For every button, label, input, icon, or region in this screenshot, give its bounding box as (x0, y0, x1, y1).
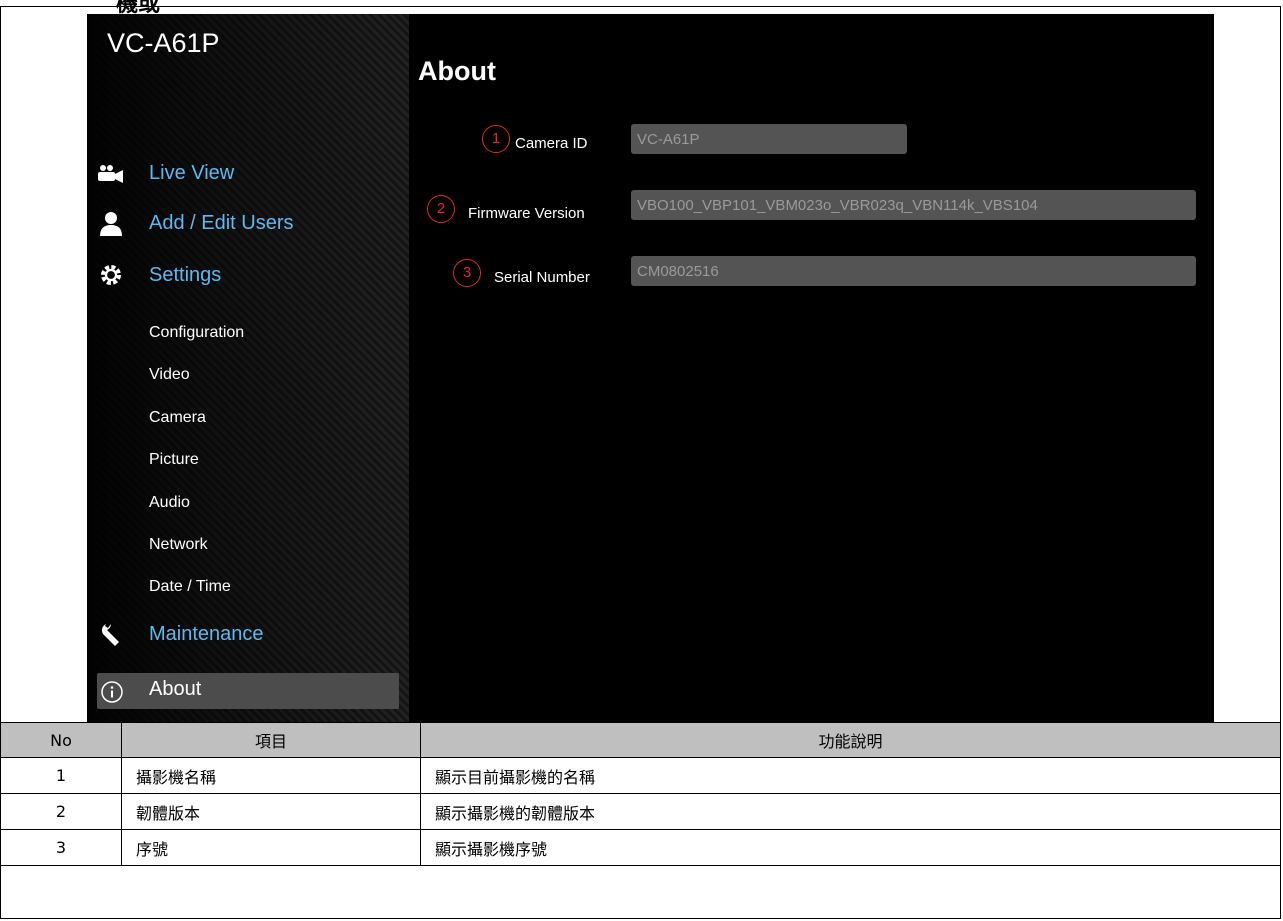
camera-id-label: Camera ID (515, 135, 588, 152)
camera-users-icon (98, 165, 123, 183)
table-row: 2 韌體版本 顯示攝影機的韌體版本 (0, 793, 1281, 830)
table-cell-no: 1 (0, 757, 122, 794)
sidebar-item-label: About (149, 678, 202, 700)
sidebar-subitem-picture[interactable]: Picture (149, 451, 199, 469)
table-header-row: No 項目 功能說明 (0, 722, 1281, 758)
sidebar-subitem-network[interactable]: Network (149, 536, 208, 554)
sidebar-item-label: Live View (149, 161, 235, 184)
description-table: No 項目 功能說明 1 攝影機名稱 顯示目前攝影機的名稱 2 韌體版本 顯示攝… (0, 722, 1281, 866)
table-cell-item: 攝影機名稱 (121, 757, 421, 794)
table-row: 3 序號 顯示攝影機序號 (0, 829, 1281, 866)
sidebar-item-label: Add / Edit Users (149, 211, 294, 234)
table-cell-item: 韌體版本 (121, 793, 421, 830)
sidebar: VC-A61P Live View Add / Edit Users Setti… (87, 14, 409, 722)
sidebar-subitem-camera[interactable]: Camera (149, 409, 206, 427)
sidebar-item-about[interactable]: About (97, 673, 399, 709)
serial-number-label: Serial Number (494, 269, 590, 286)
model-name: VC-A61P (107, 28, 220, 58)
gear-icon (101, 265, 121, 285)
user-icon (100, 212, 122, 236)
callout-badge: 2 (427, 195, 455, 223)
table-cell-item: 序號 (121, 829, 421, 866)
sidebar-subitem-video[interactable]: Video (149, 366, 190, 384)
table-cell-description: 顯示攝影機的韌體版本 (420, 793, 1281, 830)
firmware-version-label: Firmware Version (468, 205, 585, 222)
camera-web-ui-screenshot: VC-A61P Live View Add / Edit Users Setti… (87, 14, 1214, 722)
sidebar-subitem-configuration[interactable]: Configuration (149, 324, 244, 342)
sidebar-subitem-audio[interactable]: Audio (149, 494, 190, 512)
column-header-item: 項目 (121, 722, 421, 758)
table-cell-no: 3 (0, 829, 122, 866)
table-cell-no: 2 (0, 793, 122, 830)
table-cell-description: 顯示目前攝影機的名稱 (420, 757, 1281, 794)
wrench-icon (101, 624, 119, 646)
sidebar-item-label: Settings (149, 263, 222, 286)
column-header-description: 功能說明 (420, 722, 1281, 758)
callout-badge: 3 (453, 259, 481, 287)
table-cell-description: 顯示攝影機序號 (420, 829, 1281, 866)
firmware-version-field[interactable] (631, 190, 1196, 220)
sidebar-item-label: Maintenance (149, 622, 264, 645)
column-header-no: No (0, 722, 122, 758)
info-icon (101, 681, 123, 703)
callout-badge: 1 (482, 125, 510, 153)
page-title: About (418, 56, 496, 86)
camera-id-field[interactable] (631, 124, 907, 154)
sidebar-subitem-date-time[interactable]: Date / Time (149, 578, 231, 596)
serial-number-field[interactable] (631, 256, 1196, 286)
table-row: 1 攝影機名稱 顯示目前攝影機的名稱 (0, 757, 1281, 794)
